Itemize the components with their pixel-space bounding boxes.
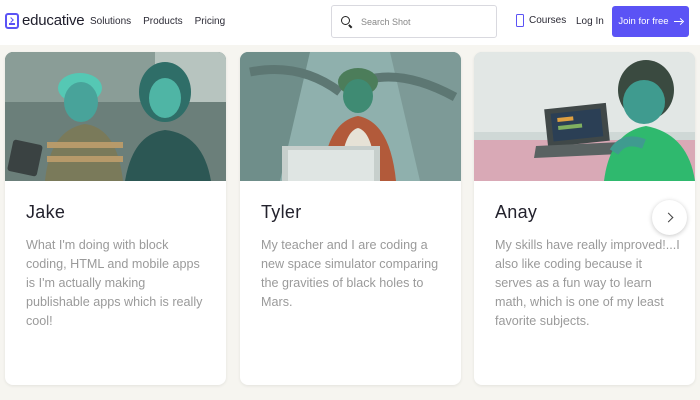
join-label: Join for free [618,16,669,27]
testimonial-card-jake: Jake What I'm doing with block coding, H… [5,52,226,385]
brand-name: educative [22,12,85,29]
code-terminal-icon [5,12,19,29]
testimonial-quote: What I'm doing with block coding, HTML a… [26,238,203,328]
testimonial-photo-anay [474,52,695,181]
nav-links: Solutions Products Pricing [90,16,225,27]
search-icon [341,15,353,28]
arrow-right-icon [673,17,684,26]
join-for-free-button[interactable]: Join for free [612,6,689,37]
nav-products[interactable]: Products [143,16,182,27]
top-navbar: educative Solutions Products Pricing Cou… [0,0,700,45]
nav-solutions[interactable]: Solutions [90,16,131,27]
testimonial-photo-tyler [240,52,461,181]
testimonial-quote: My skills have really improved!...I also… [495,238,680,328]
educative-logo[interactable]: educative [5,12,85,29]
testimonial-name: Anay [495,202,538,222]
nav-pricing[interactable]: Pricing [195,16,226,27]
testimonial-name: Tyler [261,202,302,222]
testimonial-card-tyler: Tyler My teacher and I are coding a new … [240,52,461,385]
search-bar[interactable] [331,5,497,38]
carousel-next-button[interactable] [652,200,687,235]
phone-icon [516,14,524,27]
login-link[interactable]: Log In [576,16,604,27]
testimonial-name: Jake [26,202,66,222]
chevron-right-icon [663,212,673,223]
testimonial-quote: My teacher and I are coding a new space … [261,238,439,309]
search-input[interactable] [361,16,491,27]
courses-label: Courses [529,15,567,26]
testimonial-photo-jake [5,52,226,181]
courses-link[interactable]: Courses [516,14,566,27]
